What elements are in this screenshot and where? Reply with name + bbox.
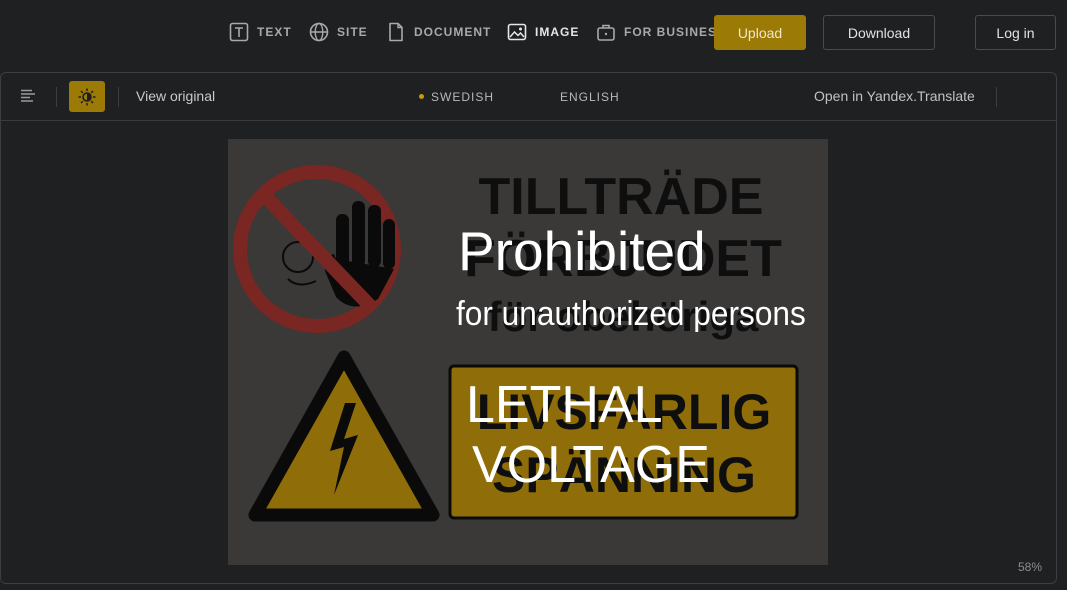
nav-site[interactable]: SITE: [309, 20, 368, 44]
text-icon: [229, 22, 249, 42]
toolbar-divider: [996, 87, 997, 107]
sign-picture: TILLTRÄDE FÖRBJUDET för obehöriga LIVSFA…: [228, 139, 828, 565]
document-icon: [389, 22, 403, 42]
top-navigation: TEXT SITE DOCUMENT IMAGE FOR BUSINESS Up…: [0, 0, 1067, 64]
translation-overlay: Prohibited: [458, 220, 706, 282]
contrast-sun-icon: [78, 88, 96, 105]
login-button[interactable]: Log in: [975, 15, 1056, 50]
translation-overlay: VOLTAGE: [472, 436, 710, 494]
nav-image-label: IMAGE: [535, 25, 580, 39]
active-language-dot: [419, 94, 424, 99]
upload-button[interactable]: Upload: [714, 15, 806, 50]
translated-image: TILLTRÄDE FÖRBJUDET för obehöriga LIVSFA…: [228, 139, 828, 565]
nav-document-label: DOCUMENT: [414, 25, 492, 39]
nav-text-label: TEXT: [257, 25, 292, 39]
translation-overlay: for unauthorized persons: [456, 295, 806, 333]
image-icon: [507, 23, 527, 41]
translation-panel: View original SWEDISH ENGLISH Open in Ya…: [0, 72, 1057, 584]
target-language-tab[interactable]: ENGLISH: [560, 90, 620, 104]
translation-overlay: LETHAL: [466, 376, 663, 434]
globe-icon: [309, 22, 329, 42]
view-original-link[interactable]: View original: [136, 88, 215, 104]
nav-text[interactable]: TEXT: [229, 20, 292, 44]
open-in-yandex-translate-link[interactable]: Open in Yandex.Translate: [814, 88, 975, 104]
download-button[interactable]: Download: [823, 15, 935, 50]
nav-for-business-label: FOR BUSINESS: [624, 25, 727, 39]
zoom-level: 58%: [1018, 560, 1043, 574]
text-align-menu-icon[interactable]: [20, 88, 36, 104]
toolbar-divider: [118, 87, 119, 107]
toolbar-divider: [56, 87, 57, 107]
nav-for-business[interactable]: FOR BUSINESS: [596, 20, 726, 44]
briefcase-icon: [597, 24, 615, 41]
nav-document[interactable]: DOCUMENT: [386, 20, 491, 44]
contrast-toggle-button[interactable]: [69, 81, 105, 112]
nav-site-label: SITE: [337, 25, 368, 39]
source-language-tab[interactable]: SWEDISH: [431, 90, 494, 104]
original-text-line: TILLTRÄDE: [479, 168, 764, 226]
panel-toolbar: View original SWEDISH ENGLISH Open in Ya…: [1, 73, 1056, 121]
nav-image[interactable]: IMAGE: [507, 20, 579, 44]
